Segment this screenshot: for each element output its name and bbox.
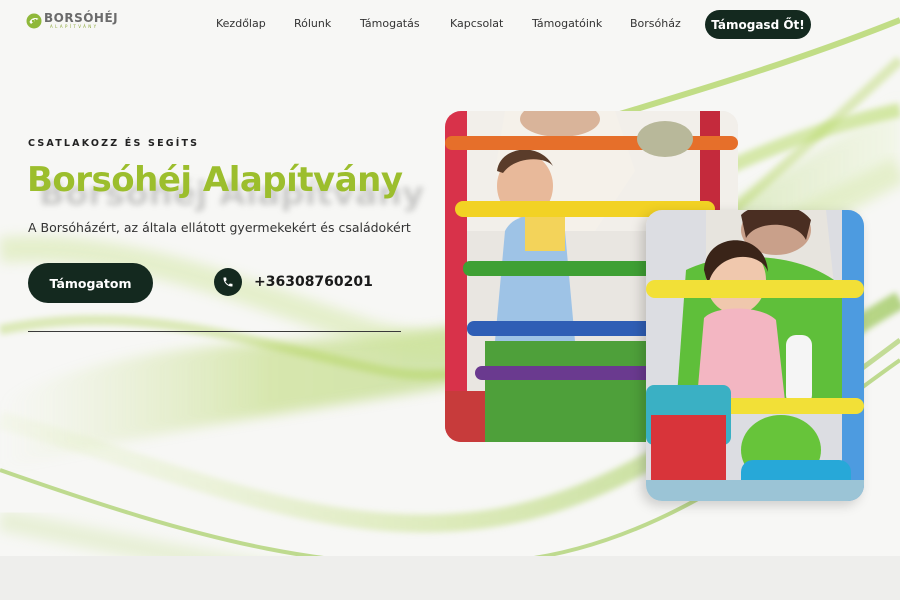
nav-item-borsohaz[interactable]: Borsóház xyxy=(630,17,681,30)
phone-icon xyxy=(214,268,242,296)
hero-divider xyxy=(28,331,401,332)
phone-number: +36308760201 xyxy=(254,274,373,290)
support-him-button[interactable]: Támogasd Őt! xyxy=(705,10,811,39)
support-button[interactable]: Támogatom xyxy=(28,263,153,303)
girl-playing-with-toys-photo xyxy=(646,210,864,501)
phone-link[interactable]: +36308760201 xyxy=(214,268,373,296)
site-header: BORSÓHÉJ ALAPÍTVÁNY Kezdőlap Rólunk Támo… xyxy=(0,0,900,48)
nav-item-rolunk[interactable]: Rólunk xyxy=(294,17,331,30)
footer-band xyxy=(0,556,900,600)
page: BORSÓHÉJ ALAPÍTVÁNY Kezdőlap Rólunk Támo… xyxy=(0,0,900,600)
hero-subtitle: A Borsóházért, az általa ellátott gyerme… xyxy=(28,220,411,235)
hero-eyebrow: CSATLAKOZZ ÉS SEGÍTS xyxy=(28,138,200,149)
nav-item-tamogatoink[interactable]: Támogatóink xyxy=(532,17,602,30)
nav-item-kezdolap[interactable]: Kezdőlap xyxy=(216,17,266,30)
nav-item-kapcsolat[interactable]: Kapcsolat xyxy=(450,17,503,30)
hero-title: Borsóhéj Alapítvány xyxy=(27,160,403,200)
nav-item-tamogatas[interactable]: Támogatás xyxy=(360,17,420,30)
hero-title-wrap: Borsóhéj Alapítvány Borsóhéj Alapítvány xyxy=(27,160,424,213)
